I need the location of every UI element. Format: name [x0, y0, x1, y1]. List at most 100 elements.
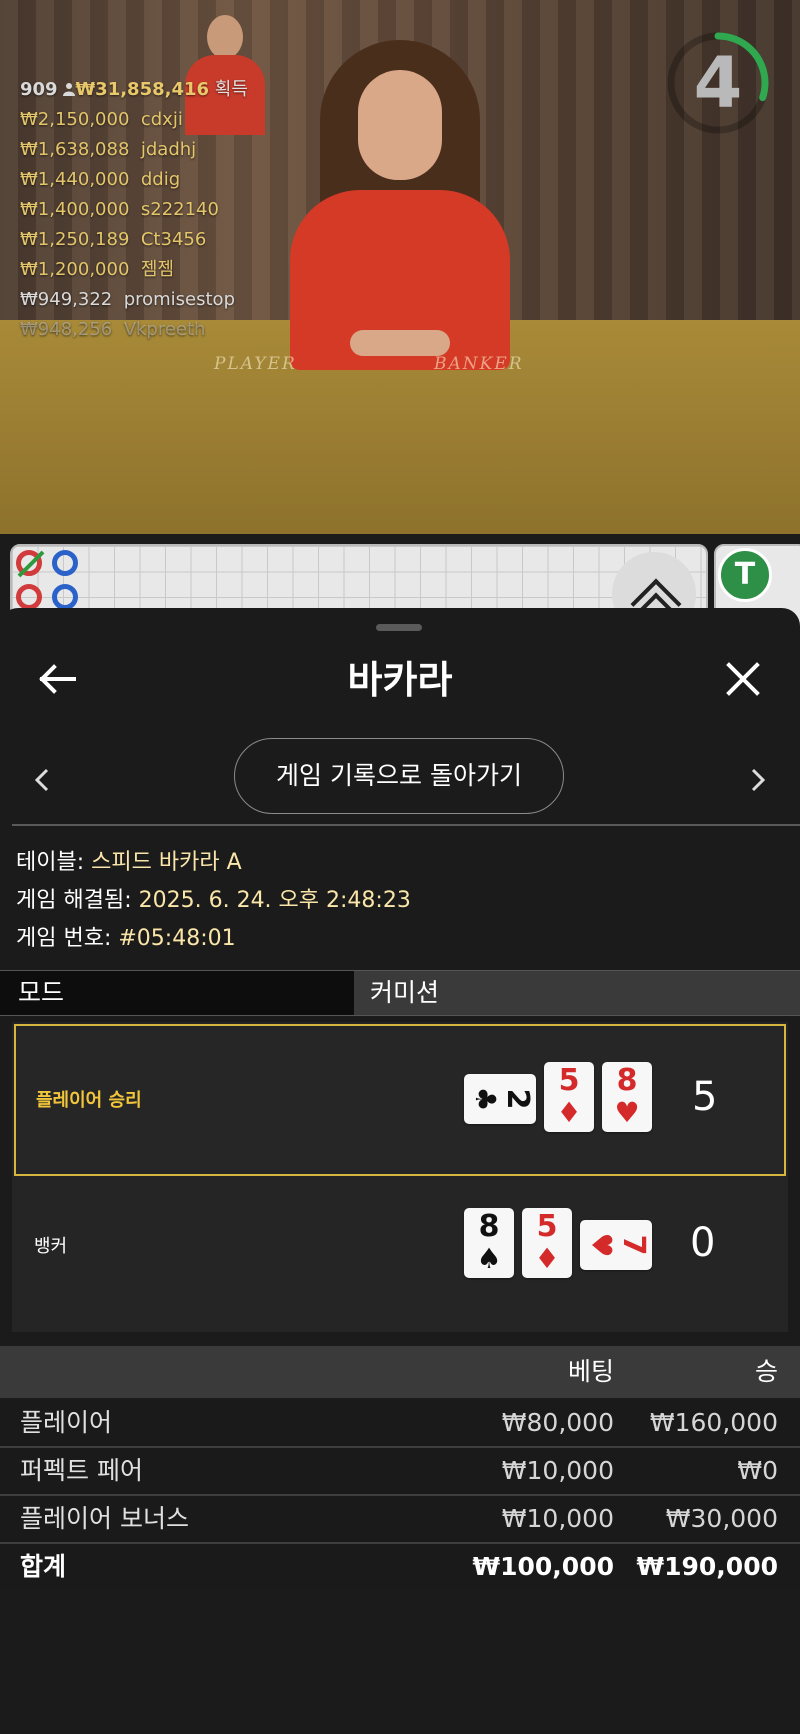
winner-row: ₩1,200,000 젬젬: [20, 255, 248, 285]
diamond-suit-icon: ♦: [556, 1096, 582, 1129]
info-table: 테이블: 스피드 바카라 A: [16, 844, 242, 876]
next-game-button[interactable]: [738, 760, 778, 800]
chevron-right-icon: [751, 768, 766, 792]
tab-commission[interactable]: 커미션: [370, 971, 439, 1015]
winner-row: ₩948,256 Vkpreeth: [20, 315, 248, 345]
card-rank: 7: [616, 1234, 651, 1256]
spade-suit-icon: ♠: [476, 1242, 502, 1275]
win-amount: ₩0: [737, 1456, 778, 1485]
total-won: ₩31,858,416: [75, 79, 210, 100]
total-win: ₩190,000: [636, 1552, 778, 1581]
winner-name: jdadhj: [140, 139, 197, 160]
road-bead: [52, 584, 78, 610]
tab-mode[interactable]: 모드: [0, 971, 354, 1015]
total-label: 합계: [20, 1552, 67, 1581]
card-rank: 8: [478, 1209, 500, 1244]
bet-row: 플레이어 보너스 ₩10,000 ₩30,000: [0, 1496, 800, 1544]
playing-card: 2 ♣: [464, 1074, 536, 1124]
game-number: #05:48:01: [118, 926, 236, 951]
divider: [12, 824, 800, 826]
round-results: 플레이어 승리 2 ♣ 5 ♦ 8 ♥ 5 뱅커 8 ♠ 5 ♦ 7 ♥ 0: [12, 1022, 788, 1332]
winner-row: ₩1,400,000 s222140: [20, 195, 248, 225]
club-suit-icon: ♣: [469, 1086, 502, 1112]
info-label: 게임 해결됨:: [16, 888, 132, 913]
live-video: PLAYER BANKER 909 ₩31,858,416 획득 ₩2,150,…: [0, 0, 800, 534]
winner-name: promisestop: [123, 289, 235, 310]
tie-badge: T: [718, 548, 772, 602]
playing-card: 8 ♥: [602, 1062, 652, 1132]
winners-summary: 909 ₩31,858,416 획득: [20, 75, 248, 105]
sheet-title: 바카라: [347, 658, 453, 702]
road-bead: [52, 550, 78, 576]
winner-amount: ₩2,150,000: [20, 109, 130, 130]
winner-name: ddig: [140, 169, 181, 190]
card-rank: 2: [500, 1088, 535, 1110]
mode-tabs: 모드 커미션: [0, 970, 800, 1016]
player-score: 5: [692, 1074, 718, 1120]
winner-amount: ₩1,200,000: [20, 259, 130, 280]
chevron-left-icon: [34, 768, 49, 792]
resolved-time: 2025. 6. 24. 오후 2:48:23: [138, 888, 411, 913]
countdown-timer: 4: [665, 30, 771, 136]
banker-result-row: 뱅커 8 ♠ 5 ♦ 7 ♥ 0: [14, 1174, 786, 1326]
winner-name: 젬젬: [140, 259, 174, 280]
playing-card: 7 ♥: [580, 1220, 652, 1270]
bet-name: 퍼펙트 페어: [20, 1456, 143, 1485]
playing-card: 5 ♦: [522, 1208, 572, 1278]
winners-list: 909 ₩31,858,416 획득 ₩2,150,000 cdxji ₩1,6…: [20, 75, 248, 345]
dealer-figure: [280, 30, 520, 370]
winner-row: ₩949,322 promisestop: [20, 285, 248, 315]
player-result-row: 플레이어 승리 2 ♣ 5 ♦ 8 ♥ 5: [14, 1024, 786, 1176]
heart-suit-icon: ♥: [585, 1232, 618, 1258]
bet-total-row: 합계 ₩100,000 ₩190,000: [0, 1544, 800, 1590]
card-rank: 8: [616, 1063, 638, 1098]
info-label: 테이블:: [16, 850, 85, 875]
close-button[interactable]: [716, 652, 770, 706]
player-win-label: 플레이어 승리: [36, 1090, 142, 1111]
diamond-suit-icon: ♦: [534, 1242, 560, 1275]
banker-score: 0: [690, 1220, 716, 1266]
bets-header: 베팅 승: [0, 1346, 800, 1398]
card-rank: 5: [558, 1063, 580, 1098]
previous-game-button[interactable]: [22, 760, 62, 800]
player-count: 909: [20, 79, 58, 100]
bet-name: 플레이어 보너스: [20, 1504, 189, 1533]
winner-amount: ₩1,250,189: [20, 229, 130, 250]
card-rank: 5: [536, 1209, 558, 1244]
winner-name: s222140: [140, 199, 219, 220]
playing-card: 8 ♠: [464, 1208, 514, 1278]
won-label: 획득: [214, 79, 248, 100]
info-label: 게임 번호:: [16, 926, 112, 951]
winner-amount: ₩949,322: [20, 289, 113, 310]
winner-row: ₩1,440,000 ddig: [20, 165, 248, 195]
table-banker-label: BANKER: [434, 354, 524, 374]
table-player-label: PLAYER: [214, 354, 297, 374]
road-bead: [16, 584, 42, 610]
win-column-header: 승: [754, 1357, 778, 1386]
timer-value: 4: [693, 42, 743, 124]
winner-row: ₩1,250,189 Ct3456: [20, 225, 248, 255]
close-icon: [726, 662, 760, 696]
bet-amount: ₩80,000: [501, 1408, 614, 1437]
win-amount: ₩30,000: [665, 1504, 778, 1533]
table-name: 스피드 바카라 A: [91, 850, 242, 875]
total-bet: ₩100,000: [472, 1552, 614, 1581]
winner-name: Vkpreeth: [123, 319, 206, 340]
winner-amount: ₩1,440,000: [20, 169, 130, 190]
back-to-history-button[interactable]: 게임 기록으로 돌아가기: [234, 738, 564, 814]
win-amount: ₩160,000: [649, 1408, 778, 1437]
winner-name: cdxji: [140, 109, 183, 130]
heart-suit-icon: ♥: [614, 1096, 640, 1129]
playing-card: 5 ♦: [544, 1062, 594, 1132]
winner-row: ₩2,150,000 cdxji: [20, 105, 248, 135]
bet-row: 플레이어 ₩80,000 ₩160,000: [0, 1400, 800, 1448]
banker-label: 뱅커: [34, 1236, 68, 1257]
bet-row: 퍼펙트 페어 ₩10,000 ₩0: [0, 1448, 800, 1496]
winner-name: Ct3456: [140, 229, 207, 250]
winner-row: ₩1,638,088 jdadhj: [20, 135, 248, 165]
bet-name: 플레이어: [20, 1408, 113, 1437]
sheet-drag-handle[interactable]: [376, 624, 422, 631]
info-game-number: 게임 번호: #05:48:01: [16, 920, 236, 952]
winner-amount: ₩1,400,000: [20, 199, 130, 220]
winner-amount: ₩1,638,088: [20, 139, 130, 160]
